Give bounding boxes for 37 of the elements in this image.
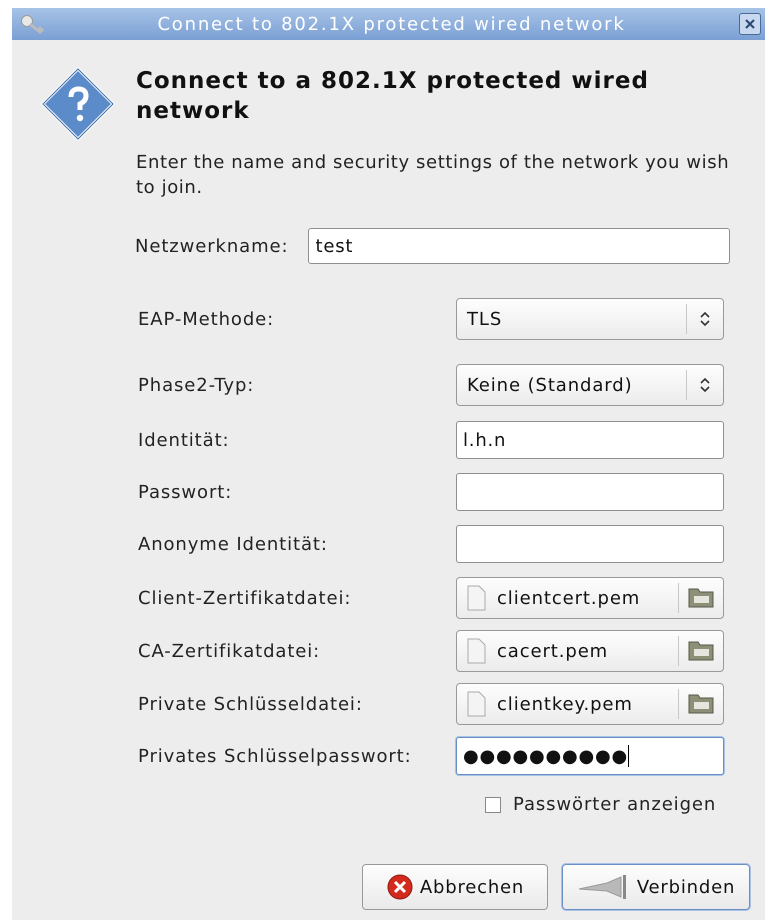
dropdown[interactable]: Keine (Standard) bbox=[456, 364, 724, 406]
spinner-arrows-icon bbox=[700, 312, 710, 326]
document-icon bbox=[465, 691, 487, 717]
field-label: Phase2-Typ: bbox=[138, 374, 256, 398]
dialog-heading: Connect to a 802.1X protected wired network bbox=[136, 67, 650, 126]
field-label: Privates Schlüsselpasswort: bbox=[138, 744, 413, 768]
field-label: Client-Zertifikatdatei: bbox=[138, 586, 352, 610]
field-label: Passwort: bbox=[138, 480, 234, 504]
text-field[interactable]: test bbox=[308, 228, 730, 264]
file-chooser-button[interactable]: cacert.pem bbox=[456, 630, 724, 672]
document-icon bbox=[465, 638, 487, 664]
checkbox[interactable] bbox=[485, 796, 501, 812]
description-text: Enter the name and security settings of the network you wish to join. bbox=[136, 151, 730, 200]
question-icon bbox=[40, 66, 116, 142]
text-field[interactable]: ●●●●●●●●●● bbox=[456, 737, 724, 775]
cancel-button[interactable]: Abbrechen bbox=[362, 864, 548, 910]
window-title: Connect to 802.1X protected wired network bbox=[156, 12, 627, 36]
file-chooser-button[interactable]: clientcert.pem bbox=[456, 577, 724, 619]
close-button[interactable] bbox=[739, 13, 761, 35]
close-icon bbox=[744, 18, 756, 30]
spinner-arrows-icon bbox=[700, 378, 710, 392]
field-label: Netzwerkname: bbox=[135, 234, 288, 258]
field-label: Private Schlüsseldatei: bbox=[138, 692, 364, 716]
field-label: Identität: bbox=[138, 428, 230, 452]
text-field[interactable]: l.h.n bbox=[456, 421, 724, 459]
connect-button[interactable]: Verbinden bbox=[562, 864, 750, 910]
cancel-icon bbox=[386, 873, 414, 901]
text-field[interactable] bbox=[456, 525, 724, 563]
field-label: Anonyme Identität: bbox=[138, 532, 329, 556]
checkbox-label: Passwörter anzeigen bbox=[513, 793, 716, 817]
file-chooser-button[interactable]: clientkey.pem bbox=[456, 683, 724, 725]
field-label: EAP-Methode: bbox=[138, 308, 276, 332]
text-field[interactable] bbox=[456, 473, 724, 511]
dropdown[interactable]: TLS bbox=[456, 298, 724, 340]
field-label: CA-Zertifikatdatei: bbox=[138, 640, 322, 664]
document-icon bbox=[465, 585, 487, 611]
key-icon bbox=[20, 14, 44, 34]
